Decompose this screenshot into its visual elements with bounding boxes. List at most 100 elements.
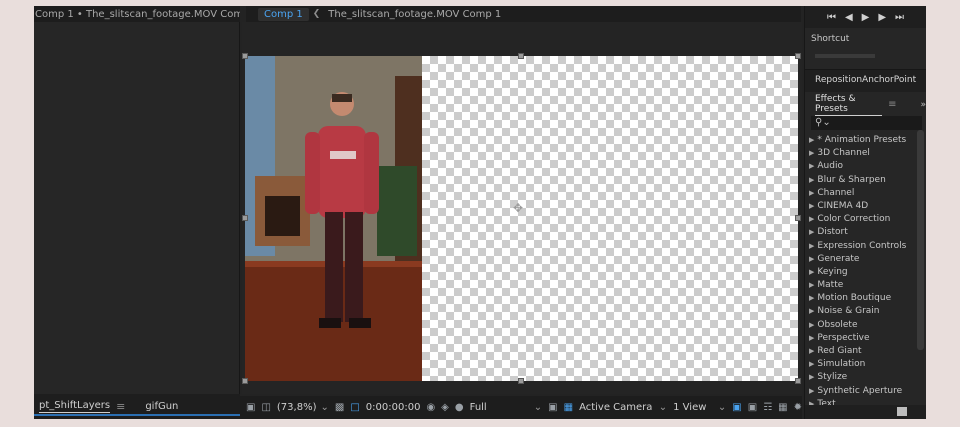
- camera-dropdown[interactable]: Active Camera: [579, 402, 653, 413]
- new-folder-icon[interactable]: [897, 407, 907, 416]
- effects-category-item[interactable]: ▶ Color Correction: [809, 213, 913, 226]
- disclosure-triangle-icon[interactable]: ▶: [809, 294, 814, 302]
- transform-handle[interactable]: [242, 215, 248, 221]
- flowchart-icon[interactable]: ☶: [763, 402, 772, 413]
- transform-handle[interactable]: [242, 378, 248, 384]
- effects-category-item[interactable]: ▶ * Animation Presets: [809, 134, 913, 147]
- toggle-pixel-aspect-icon[interactable]: ▣: [732, 402, 741, 413]
- disclosure-triangle-icon[interactable]: ▶: [809, 202, 814, 210]
- always-preview-icon[interactable]: ▣: [246, 402, 255, 413]
- resolution-dropdown[interactable]: Full: [470, 402, 528, 413]
- effects-category-label: Matte: [817, 280, 844, 291]
- disclosure-triangle-icon[interactable]: ▶: [809, 136, 814, 144]
- tab-comp-1[interactable]: Comp 1: [258, 7, 309, 21]
- effects-category-item[interactable]: ▶ Distort: [809, 226, 913, 239]
- left-panel-title[interactable]: Comp 1 • The_slitscan_footage.MOV Comp 1: [35, 9, 240, 20]
- tab-pt-shiftlayers[interactable]: pt_ShiftLayers: [39, 400, 111, 413]
- effects-category-item[interactable]: ▶ Expression Controls: [809, 240, 913, 253]
- disclosure-triangle-icon[interactable]: ▶: [809, 321, 814, 329]
- effects-category-item[interactable]: ▶ Matte: [809, 279, 913, 292]
- composition-canvas[interactable]: ✥: [242, 53, 801, 384]
- effects-category-item[interactable]: ▶ Blur & Sharpen: [809, 174, 913, 187]
- double-chevron-right-icon[interactable]: »: [920, 100, 926, 110]
- reset-exposure-icon[interactable]: ✹: [794, 402, 802, 413]
- monitor-icon[interactable]: ◫: [261, 402, 270, 413]
- effects-category-item[interactable]: ▶ Generate: [809, 253, 913, 266]
- disclosure-triangle-icon[interactable]: ▶: [809, 189, 814, 197]
- disclosure-triangle-icon[interactable]: ▶: [809, 307, 814, 315]
- composition-viewer[interactable]: ✥: [242, 22, 802, 394]
- chevron-down-icon[interactable]: ⌄: [534, 402, 542, 413]
- effects-category-label: Motion Boutique: [817, 293, 892, 304]
- shortcut-section: Shortcut: [805, 28, 926, 70]
- chevron-down-icon[interactable]: ⌄: [718, 402, 726, 413]
- effects-category-item[interactable]: ▶ 3D Channel: [809, 147, 913, 160]
- effects-category-item[interactable]: ▶ Red Giant: [809, 345, 913, 358]
- disclosure-triangle-icon[interactable]: ▶: [809, 387, 814, 395]
- previous-frame-icon[interactable]: ◀: [845, 12, 853, 23]
- effects-category-label: Expression Controls: [817, 240, 907, 251]
- effects-category-item[interactable]: ▶ Stylize: [809, 371, 913, 384]
- timeline-icon[interactable]: ▦: [778, 402, 787, 413]
- disclosure-triangle-icon[interactable]: ▶: [809, 176, 814, 184]
- video-frame-illustration: [245, 56, 422, 381]
- chevron-down-icon[interactable]: ⌄: [659, 402, 667, 413]
- transform-handle[interactable]: [795, 215, 801, 221]
- effects-category-item[interactable]: ▶ Noise & Grain: [809, 305, 913, 318]
- disclosure-triangle-icon[interactable]: ▶: [809, 281, 814, 289]
- color-channels-icon[interactable]: ●: [455, 402, 464, 413]
- fast-previews-icon[interactable]: ▣: [748, 402, 757, 413]
- disclosure-triangle-icon[interactable]: ▶: [809, 373, 814, 381]
- preview-controls: ⏮ ◀ ▶ ▶ ⏭: [805, 6, 926, 28]
- view-layout-dropdown[interactable]: 1 View: [673, 402, 712, 413]
- mask-visibility-icon[interactable]: □: [350, 402, 359, 413]
- effects-category-item[interactable]: ▶ Audio: [809, 160, 913, 173]
- transform-handle[interactable]: [795, 378, 801, 384]
- transform-handle[interactable]: [518, 53, 524, 59]
- effects-search-input[interactable]: ⚲⌄: [811, 116, 922, 130]
- shortcut-value[interactable]: RepositionAnchorPoint: [805, 70, 926, 92]
- disclosure-triangle-icon[interactable]: ▶: [809, 255, 814, 263]
- disclosure-triangle-icon[interactable]: ▶: [809, 149, 814, 157]
- disclosure-triangle-icon[interactable]: ▶: [809, 162, 814, 170]
- grid-guide-icon[interactable]: ▩: [335, 402, 344, 413]
- disclosure-triangle-icon[interactable]: ▶: [809, 215, 814, 223]
- magnification-dropdown[interactable]: (73,8%) ⌄: [277, 402, 329, 413]
- effects-category-item[interactable]: ▶ Keying: [809, 266, 913, 279]
- disclosure-triangle-icon[interactable]: ▶: [809, 347, 814, 355]
- transform-handle[interactable]: [518, 378, 524, 384]
- disclosure-triangle-icon[interactable]: ▶: [809, 268, 814, 276]
- effects-category-item[interactable]: ▶ Simulation: [809, 358, 913, 371]
- panel-menu-icon[interactable]: ≡: [116, 400, 125, 413]
- panel-menu-icon[interactable]: ≡: [888, 99, 896, 110]
- effects-category-item[interactable]: ▶ Obsolete: [809, 319, 913, 332]
- effects-scrollbar[interactable]: [917, 130, 924, 350]
- disclosure-triangle-icon[interactable]: ▶: [809, 360, 814, 368]
- next-frame-icon[interactable]: ▶: [878, 12, 886, 23]
- disclosure-triangle-icon[interactable]: ▶: [809, 228, 814, 236]
- effects-category-item[interactable]: ▶ Synthetic Aperture: [809, 385, 913, 398]
- effects-category-item[interactable]: ▶ Motion Boutique: [809, 292, 913, 305]
- disclosure-triangle-icon[interactable]: ▶: [809, 242, 814, 250]
- disclosure-triangle-icon[interactable]: ▶: [809, 334, 814, 342]
- transparency-grid-icon[interactable]: ▦: [564, 402, 573, 413]
- tab-gifgun[interactable]: gifGun: [145, 401, 178, 412]
- effects-presets-title[interactable]: Effects & Presets: [815, 94, 883, 116]
- transform-handle[interactable]: [242, 53, 248, 59]
- effects-category-item[interactable]: ▶ Channel: [809, 187, 913, 200]
- effects-category-item[interactable]: ▶ CINEMA 4D: [809, 200, 913, 213]
- transform-handle[interactable]: [795, 53, 801, 59]
- effects-category-label: CINEMA 4D: [817, 200, 869, 211]
- anchor-point-icon[interactable]: ✥: [513, 201, 523, 215]
- shortcut-dropdown[interactable]: [815, 54, 875, 58]
- current-time[interactable]: 0:00:00:00: [366, 402, 421, 413]
- show-snapshot-icon[interactable]: ◈: [441, 402, 449, 413]
- first-frame-icon[interactable]: ⏮: [827, 12, 836, 23]
- play-icon[interactable]: ▶: [862, 12, 870, 23]
- region-of-interest-icon[interactable]: ▣: [548, 402, 557, 413]
- camera-snapshot-icon[interactable]: ◉: [426, 402, 435, 413]
- breadcrumb[interactable]: The_slitscan_footage.MOV Comp 1: [328, 9, 501, 20]
- effects-category-item[interactable]: ▶ Perspective: [809, 332, 913, 345]
- last-frame-icon[interactable]: ⏭: [895, 12, 904, 23]
- chevron-left-icon[interactable]: ❮: [313, 9, 321, 19]
